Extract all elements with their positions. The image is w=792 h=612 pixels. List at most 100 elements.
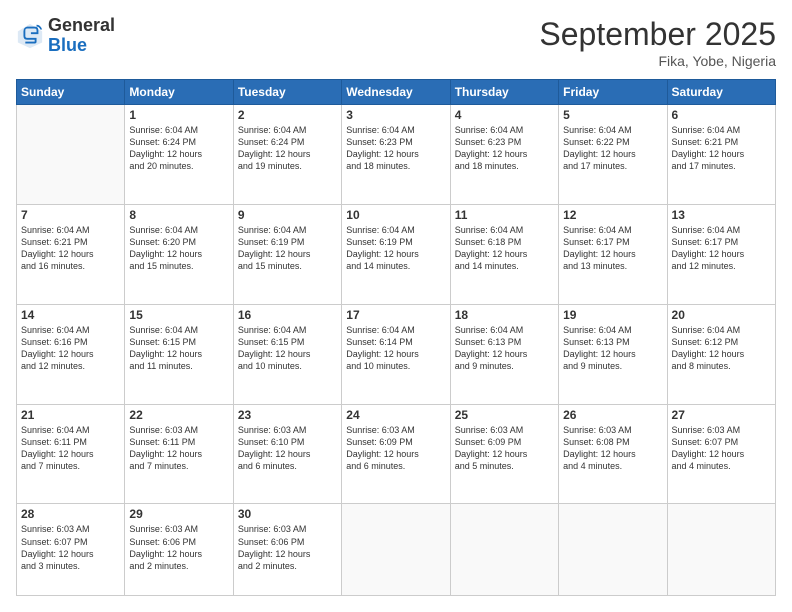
calendar-header-monday: Monday [125, 80, 233, 105]
day-info: Sunrise: 6:04 AM Sunset: 6:13 PM Dayligh… [563, 325, 636, 371]
logo-general: General [48, 16, 115, 36]
calendar-cell: 1Sunrise: 6:04 AM Sunset: 6:24 PM Daylig… [125, 105, 233, 205]
calendar-cell: 23 Sunrise: 6:03 AM Sunset: 6:10 PM Dayli… [233, 404, 341, 504]
header: General Blue September 2025 Fika, Yobe, … [16, 16, 776, 69]
day-number: 14 [21, 308, 120, 322]
calendar-cell [342, 504, 450, 596]
calendar-header-wednesday: Wednesday [342, 80, 450, 105]
day-info: Sunrise: 6:03 AM Sunset: 6:06 PM Dayligh… [238, 524, 311, 570]
day-number: 11 [455, 208, 554, 222]
day-number: 7 [21, 208, 120, 222]
calendar-cell: 4 Sunrise: 6:04 AM Sunset: 6:23 PM Daylig… [450, 105, 558, 205]
calendar-cell: 14Sunrise: 6:04 AM Sunset: 6:16 PM Dayli… [17, 304, 125, 404]
day-info: Sunrise: 6:03 AM Sunset: 6:06 PM Dayligh… [129, 524, 202, 570]
day-number: 22 [129, 408, 228, 422]
calendar-cell: 27 Sunrise: 6:03 AM Sunset: 6:07 PM Dayli… [667, 404, 775, 504]
day-info: Sunrise: 6:03 AM Sunset: 6:07 PM Dayligh… [21, 524, 94, 570]
calendar-week-4: 21Sunrise: 6:04 AM Sunset: 6:11 PM Dayli… [17, 404, 776, 504]
day-number: 27 [672, 408, 771, 422]
calendar-week-5: 28Sunrise: 6:03 AM Sunset: 6:07 PM Dayli… [17, 504, 776, 596]
day-info: Sunrise: 6:04 AM Sunset: 6:23 PM Dayligh… [455, 125, 528, 171]
calendar-cell: 29 Sunrise: 6:03 AM Sunset: 6:06 PM Dayli… [125, 504, 233, 596]
day-number: 13 [672, 208, 771, 222]
calendar-cell: 11 Sunrise: 6:04 AM Sunset: 6:18 PM Dayli… [450, 204, 558, 304]
calendar-cell [17, 105, 125, 205]
calendar-header-thursday: Thursday [450, 80, 558, 105]
day-number: 4 [455, 108, 554, 122]
calendar-cell: 12Sunrise: 6:04 AM Sunset: 6:17 PM Dayli… [559, 204, 667, 304]
calendar-week-1: 1Sunrise: 6:04 AM Sunset: 6:24 PM Daylig… [17, 105, 776, 205]
calendar-cell: 19Sunrise: 6:04 AM Sunset: 6:13 PM Dayli… [559, 304, 667, 404]
day-number: 24 [346, 408, 445, 422]
calendar-cell: 26Sunrise: 6:03 AM Sunset: 6:08 PM Dayli… [559, 404, 667, 504]
calendar-cell: 30 Sunrise: 6:03 AM Sunset: 6:06 PM Dayli… [233, 504, 341, 596]
day-number: 9 [238, 208, 337, 222]
calendar-table: SundayMondayTuesdayWednesdayThursdayFrid… [16, 79, 776, 596]
logo-blue: Blue [48, 36, 115, 56]
day-info: Sunrise: 6:04 AM Sunset: 6:14 PM Dayligh… [346, 325, 419, 371]
logo: General Blue [16, 16, 115, 56]
calendar-cell: 25Sunrise: 6:03 AM Sunset: 6:09 PM Dayli… [450, 404, 558, 504]
day-number: 10 [346, 208, 445, 222]
day-info: Sunrise: 6:03 AM Sunset: 6:08 PM Dayligh… [563, 425, 636, 471]
calendar-cell [667, 504, 775, 596]
calendar-cell: 15 Sunrise: 6:04 AM Sunset: 6:15 PM Dayli… [125, 304, 233, 404]
day-number: 21 [21, 408, 120, 422]
calendar-week-3: 14Sunrise: 6:04 AM Sunset: 6:16 PM Dayli… [17, 304, 776, 404]
day-info: Sunrise: 6:04 AM Sunset: 6:15 PM Dayligh… [129, 325, 202, 371]
day-info: Sunrise: 6:04 AM Sunset: 6:21 PM Dayligh… [672, 125, 745, 171]
calendar-cell: 16Sunrise: 6:04 AM Sunset: 6:15 PM Dayli… [233, 304, 341, 404]
day-info: Sunrise: 6:04 AM Sunset: 6:12 PM Dayligh… [672, 325, 745, 371]
day-number: 8 [129, 208, 228, 222]
logo-text: General Blue [48, 16, 115, 56]
calendar-cell: 7 Sunrise: 6:04 AM Sunset: 6:21 PM Daylig… [17, 204, 125, 304]
title-month: September 2025 [539, 16, 776, 53]
title-block: September 2025 Fika, Yobe, Nigeria [539, 16, 776, 69]
day-number: 6 [672, 108, 771, 122]
day-info: Sunrise: 6:04 AM Sunset: 6:23 PM Dayligh… [346, 125, 419, 171]
calendar-cell: 20 Sunrise: 6:04 AM Sunset: 6:12 PM Dayli… [667, 304, 775, 404]
day-info: Sunrise: 6:03 AM Sunset: 6:09 PM Dayligh… [455, 425, 528, 471]
calendar-cell: 22 Sunrise: 6:03 AM Sunset: 6:11 PM Dayli… [125, 404, 233, 504]
day-number: 29 [129, 507, 228, 521]
calendar-cell: 3 Sunrise: 6:04 AM Sunset: 6:23 PM Daylig… [342, 105, 450, 205]
calendar-cell: 2 Sunrise: 6:04 AM Sunset: 6:24 PM Daylig… [233, 105, 341, 205]
calendar-cell: 6 Sunrise: 6:04 AM Sunset: 6:21 PM Daylig… [667, 105, 775, 205]
calendar-cell: 8Sunrise: 6:04 AM Sunset: 6:20 PM Daylig… [125, 204, 233, 304]
day-number: 23 [238, 408, 337, 422]
calendar-header-friday: Friday [559, 80, 667, 105]
logo-icon [16, 22, 44, 50]
calendar-cell: 10Sunrise: 6:04 AM Sunset: 6:19 PM Dayli… [342, 204, 450, 304]
day-info: Sunrise: 6:04 AM Sunset: 6:24 PM Dayligh… [129, 125, 202, 171]
calendar-cell: 18Sunrise: 6:04 AM Sunset: 6:13 PM Dayli… [450, 304, 558, 404]
calendar-header-saturday: Saturday [667, 80, 775, 105]
day-info: Sunrise: 6:03 AM Sunset: 6:07 PM Dayligh… [672, 425, 745, 471]
calendar-cell: 9Sunrise: 6:04 AM Sunset: 6:19 PM Daylig… [233, 204, 341, 304]
day-number: 18 [455, 308, 554, 322]
title-location: Fika, Yobe, Nigeria [539, 53, 776, 69]
calendar-header-sunday: Sunday [17, 80, 125, 105]
day-number: 20 [672, 308, 771, 322]
day-number: 15 [129, 308, 228, 322]
calendar-cell: 17Sunrise: 6:04 AM Sunset: 6:14 PM Dayli… [342, 304, 450, 404]
day-number: 16 [238, 308, 337, 322]
calendar-header-tuesday: Tuesday [233, 80, 341, 105]
day-info: Sunrise: 6:04 AM Sunset: 6:22 PM Dayligh… [563, 125, 636, 171]
day-info: Sunrise: 6:04 AM Sunset: 6:24 PM Dayligh… [238, 125, 311, 171]
day-info: Sunrise: 6:03 AM Sunset: 6:11 PM Dayligh… [129, 425, 202, 471]
calendar-week-2: 7 Sunrise: 6:04 AM Sunset: 6:21 PM Daylig… [17, 204, 776, 304]
calendar-cell: 5 Sunrise: 6:04 AM Sunset: 6:22 PM Daylig… [559, 105, 667, 205]
calendar-cell [559, 504, 667, 596]
calendar-cell: 24 Sunrise: 6:03 AM Sunset: 6:09 PM Dayli… [342, 404, 450, 504]
calendar-cell: 28Sunrise: 6:03 AM Sunset: 6:07 PM Dayli… [17, 504, 125, 596]
day-number: 2 [238, 108, 337, 122]
day-number: 3 [346, 108, 445, 122]
day-info: Sunrise: 6:03 AM Sunset: 6:10 PM Dayligh… [238, 425, 311, 471]
day-number: 5 [563, 108, 662, 122]
day-info: Sunrise: 6:04 AM Sunset: 6:18 PM Dayligh… [455, 225, 528, 271]
calendar-cell: 13Sunrise: 6:04 AM Sunset: 6:17 PM Dayli… [667, 204, 775, 304]
day-info: Sunrise: 6:04 AM Sunset: 6:21 PM Dayligh… [21, 225, 94, 271]
day-number: 30 [238, 507, 337, 521]
day-info: Sunrise: 6:03 AM Sunset: 6:09 PM Dayligh… [346, 425, 419, 471]
day-number: 12 [563, 208, 662, 222]
